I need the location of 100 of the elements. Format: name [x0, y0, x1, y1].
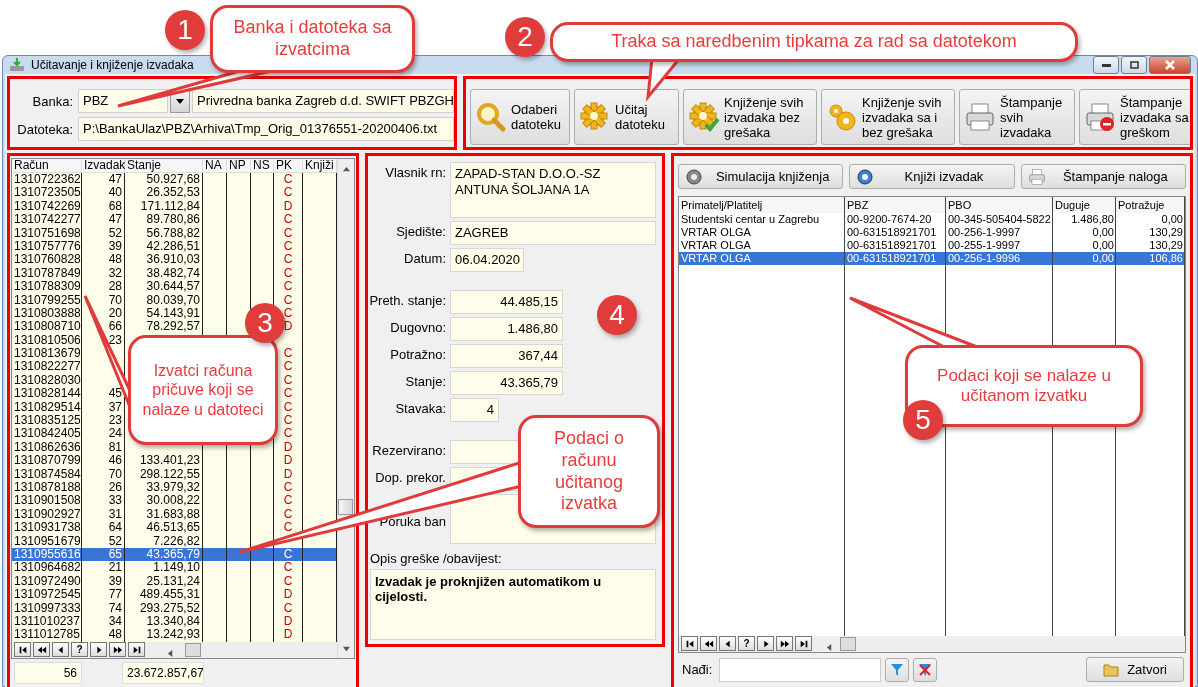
clear-filter-button[interactable] — [913, 657, 938, 682]
next-page-button[interactable] — [776, 636, 793, 652]
table-cell: 37 — [82, 400, 125, 415]
table-cell: 26 — [82, 481, 125, 495]
close-button[interactable]: Zatvori — [1086, 657, 1184, 683]
table-cell: 78.292,57 — [125, 320, 203, 334]
action-button[interactable]: Simulacija knjiženja — [678, 164, 844, 189]
toolbar-button[interactable]: Knjiženje svih izvadaka sa i bez grešaka — [821, 89, 955, 145]
next-page-icon — [779, 638, 790, 649]
last-button[interactable] — [795, 636, 812, 652]
left-arrow-icon — [167, 649, 174, 657]
table-cell: 1310902927 — [12, 507, 82, 522]
toolbar-button[interactable]: Učitaj datoteku — [574, 89, 679, 145]
table-cell: 31 — [82, 507, 125, 522]
table-cell: 46.513,65 — [125, 521, 203, 535]
table-cell-text: VRTAR OLGA — [680, 226, 752, 239]
table-cell: 1310972545 — [12, 588, 82, 602]
table-cell: 1310835125 — [12, 414, 82, 428]
field-label: Vlasnik rn: — [384, 164, 446, 180]
table-cell: 1310803888 — [12, 306, 82, 321]
action-button[interactable]: Štampanje naloga — [1020, 164, 1186, 189]
bank-code-dropdown[interactable]: PBZ — [78, 89, 168, 113]
table-cell: C — [274, 547, 303, 562]
table-cell: 293.275,52 — [125, 601, 203, 615]
column-header: PBO — [947, 198, 973, 213]
prev-button[interactable] — [719, 636, 736, 652]
table-cell-text: 00-9200-7674-20 — [846, 213, 933, 226]
table-cell: 1310862636 — [12, 440, 82, 455]
column-header: Stanje — [125, 159, 203, 173]
amount-field: 367,44 — [450, 344, 563, 368]
prev-page-button[interactable] — [700, 636, 717, 652]
table-row[interactable]: Studentski centar u Zagrebu 00-9200-7674-20 00-345-505404-5822 1.486,80 0,00 — [679, 213, 1185, 226]
maximize-button[interactable] — [1121, 56, 1147, 74]
field-label: Rezervirano: — [371, 442, 446, 458]
close-button[interactable] — [1149, 56, 1191, 74]
table-cell-text: 00-345-505404-5822 — [947, 213, 1052, 226]
table-cell: 89.780,86 — [125, 213, 203, 227]
table-cell: 1310760828 — [12, 253, 82, 267]
table-cell: 33.979,32 — [125, 481, 203, 495]
next-button[interactable] — [90, 642, 107, 658]
field-label: Opis greške /obavijest: — [369, 551, 503, 566]
navigator-button[interactable]: ? — [738, 636, 755, 652]
toolbar-button[interactable]: Knjiženje svih izvadaka bez grešaka — [683, 89, 817, 145]
table-cell: 74 — [82, 601, 125, 615]
table-cell: 1310828144 — [12, 387, 82, 401]
toolbar-button[interactable]: Štampanje svih izvadaka — [959, 89, 1075, 145]
prev-page-button[interactable] — [33, 642, 50, 658]
table-cell: C — [274, 507, 303, 522]
table-cell: 7.226,82 — [125, 534, 203, 548]
scroll-thumb[interactable] — [840, 636, 856, 651]
toolbar-button[interactable]: Štampanje izvadaka sa greškom — [1079, 89, 1190, 145]
table-cell: 30.644,57 — [125, 280, 203, 294]
gears-icon — [826, 101, 858, 133]
bank-name-field: Privredna banka Zagreb d.d. SWIFT PBZGH — [192, 89, 454, 113]
table-row[interactable]: VRTAR OLGA 00-631518921701 00-256-1-9997 0,00 130,29 — [679, 226, 1185, 239]
first-button[interactable] — [681, 636, 698, 652]
scroll-thumb[interactable] — [185, 642, 201, 657]
navigator-button[interactable]: ? — [71, 642, 88, 658]
owner-field: ZAPAD-STAN D.O.O.-SZ ANTUNA ŠOLJANA 1A — [450, 162, 656, 218]
table-cell-text: 00-256-1-9996 — [947, 252, 1022, 265]
action-button[interactable]: Knjiži izvadak — [849, 164, 1015, 189]
left-arrow-icon — [826, 643, 833, 651]
column-header: PBZ — [846, 198, 870, 213]
last-button[interactable] — [128, 642, 145, 658]
count-field: 4 — [450, 398, 499, 422]
table-cell: 70 — [82, 467, 125, 481]
search-field[interactable] — [719, 657, 882, 682]
scroll-thumb[interactable] — [338, 499, 353, 515]
table-cell: 1311012785 — [12, 628, 82, 642]
table-cell: D — [274, 588, 303, 602]
table-cell: 1310901508 — [12, 494, 82, 508]
vertical-scrollbar[interactable] — [337, 159, 354, 658]
table-cell: 1310878188 — [12, 481, 82, 495]
file-path-field[interactable]: P:\BankaUlaz\PBZ\Arhiva\Tmp_Orig_01376551-20200406.txt — [78, 117, 454, 141]
table-row[interactable]: 1310955616 65 43.365,79 C — [12, 547, 337, 562]
table-cell: C — [274, 561, 303, 575]
field-label: Datoteka: — [16, 121, 74, 137]
next-page-button[interactable] — [109, 642, 126, 658]
amount-field: 44.485,15 — [450, 290, 563, 314]
filter-button[interactable] — [885, 657, 910, 682]
table-cell: 50.927,68 — [125, 173, 203, 187]
column-header: NP — [227, 159, 251, 173]
table-cell: C — [274, 280, 303, 294]
field-label: Stavaka: — [394, 400, 446, 416]
minimize-button[interactable] — [1093, 56, 1119, 74]
next-button[interactable] — [757, 636, 774, 652]
prev-page-icon — [703, 638, 714, 649]
table-row[interactable]: VRTAR OLGA 00-631518921701 00-255-1-9997 0,00 130,29 — [679, 239, 1185, 252]
field-label: Banka: — [31, 93, 74, 109]
table-cell: 1.149,10 — [125, 561, 203, 575]
table-cell: C — [274, 239, 303, 254]
table-cell: 21 — [82, 561, 125, 575]
toolbar-button[interactable]: Odaberi datoteku — [470, 89, 570, 145]
table-cell: 1310964682 — [12, 561, 82, 575]
table-cell: 171.112,84 — [125, 199, 203, 214]
maximize-icon — [1129, 61, 1139, 69]
first-button[interactable] — [14, 642, 31, 658]
first-icon — [684, 638, 695, 649]
table-row[interactable]: VRTAR OLGA 00-631518921701 00-256-1-9996 0,00 106,86 — [679, 252, 1185, 265]
prev-button[interactable] — [52, 642, 69, 658]
